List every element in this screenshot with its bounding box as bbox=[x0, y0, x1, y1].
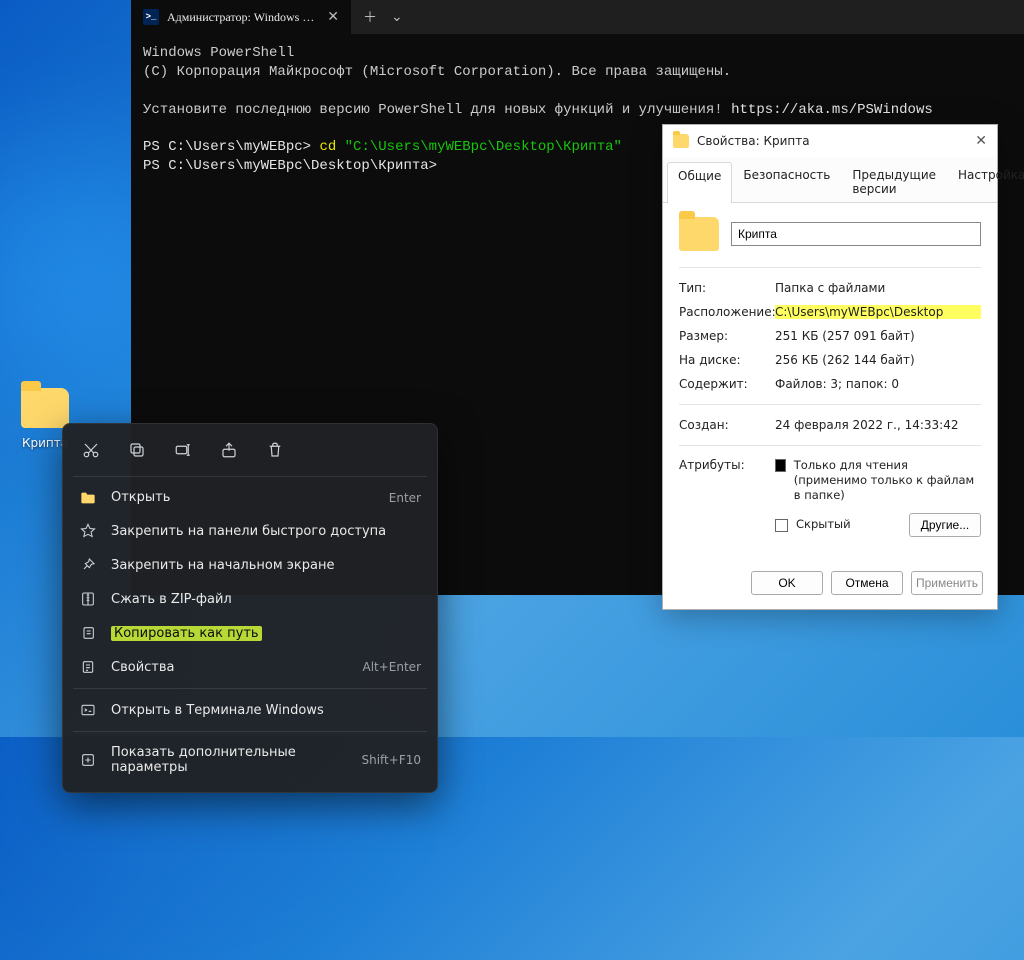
folder-open-icon bbox=[79, 491, 97, 505]
new-tab-button[interactable]: ＋ bbox=[363, 7, 377, 27]
terminal-tabbar: >_ Администратор: Windows Pow ✕ ＋ ⌄ bbox=[131, 0, 1024, 34]
menu-properties[interactable]: Свойства Alt+Enter bbox=[63, 650, 437, 684]
value-location: C:\Users\myWEBpc\Desktop bbox=[775, 305, 981, 319]
star-icon bbox=[79, 523, 97, 539]
readonly-note: (применимо только к файлам в папке) bbox=[794, 473, 974, 502]
value-contains: Файлов: 3; папок: 0 bbox=[775, 377, 981, 391]
menu-pin-quick-access[interactable]: Закрепить на панели быстрого доступа bbox=[63, 514, 437, 548]
term-arg: "C:\Users\myWEBpc\Desktop\Крипта" bbox=[345, 139, 622, 155]
label-size-on-disk: На диске: bbox=[679, 353, 775, 367]
label-attributes: Атрибуты: bbox=[679, 458, 765, 472]
other-attributes-button[interactable]: Другие... bbox=[909, 513, 981, 537]
hidden-checkbox[interactable] bbox=[775, 519, 788, 532]
term-prompt: PS C:\Users\myWEBpc\Desktop\Крипта> bbox=[143, 158, 437, 174]
tab-security[interactable]: Безопасность bbox=[732, 161, 841, 202]
tab-customize[interactable]: Настройка bbox=[947, 161, 1024, 202]
value-created: 24 февраля 2022 г., 14:33:42 bbox=[775, 418, 981, 432]
properties-dialog: Свойства: Крипта ✕ Общие Безопасность Пр… bbox=[662, 124, 998, 610]
menu-label: Закрепить на панели быстрого доступа bbox=[111, 524, 421, 539]
value-size-on-disk: 256 КБ (262 144 байт) bbox=[775, 353, 981, 367]
menu-label: Закрепить на начальном экране bbox=[111, 558, 421, 573]
hidden-label: Скрытый bbox=[796, 517, 901, 532]
zip-icon bbox=[79, 591, 97, 607]
menu-compress-zip[interactable]: Сжать в ZIP-файл bbox=[63, 582, 437, 616]
menu-shortcut: Alt+Enter bbox=[362, 660, 421, 674]
close-icon[interactable]: ✕ bbox=[975, 133, 987, 149]
folder-name-input[interactable] bbox=[731, 222, 981, 246]
term-line: Windows PowerShell bbox=[143, 45, 294, 61]
more-options-icon bbox=[79, 752, 97, 768]
label-created: Создан: bbox=[679, 418, 775, 432]
term-link: https://aka.ms/PSWindows bbox=[731, 102, 933, 118]
menu-label: Сжать в ZIP-файл bbox=[111, 592, 421, 607]
menu-open-in-terminal[interactable]: Открыть в Терминале Windows bbox=[63, 693, 437, 727]
tab-dropdown-icon[interactable]: ⌄ bbox=[391, 9, 403, 26]
term-prompt: PS C:\Users\myWEBpc> bbox=[143, 139, 319, 155]
term-cmd: cd bbox=[319, 139, 344, 155]
value-type: Папка с файлами bbox=[775, 281, 981, 295]
menu-show-more-options[interactable]: Показать дополнительные параметры Shift+… bbox=[63, 736, 437, 784]
term-line: (C) Корпорация Майкрософт (Microsoft Cor… bbox=[143, 64, 731, 80]
menu-shortcut: Shift+F10 bbox=[361, 753, 421, 767]
copy-icon[interactable] bbox=[125, 438, 149, 462]
folder-icon bbox=[673, 134, 689, 148]
tab-close-icon[interactable]: ✕ bbox=[327, 9, 339, 26]
menu-label: Свойства bbox=[111, 660, 348, 675]
menu-label: Показать дополнительные параметры bbox=[111, 745, 347, 775]
delete-icon[interactable] bbox=[263, 438, 287, 462]
tab-general[interactable]: Общие bbox=[667, 162, 732, 203]
terminal-icon bbox=[79, 702, 97, 718]
powershell-icon: >_ bbox=[143, 9, 159, 25]
apply-button[interactable]: Применить bbox=[911, 571, 983, 595]
menu-shortcut: Enter bbox=[389, 491, 421, 505]
terminal-tab[interactable]: >_ Администратор: Windows Pow ✕ bbox=[131, 0, 351, 34]
properties-tabs: Общие Безопасность Предыдущие версии Нас… bbox=[663, 157, 997, 203]
ok-button[interactable]: OK bbox=[751, 571, 823, 595]
folder-icon bbox=[679, 217, 719, 251]
readonly-label: Только для чтения bbox=[794, 458, 908, 472]
properties-icon bbox=[79, 659, 97, 675]
menu-label: Открыть в Терминале Windows bbox=[111, 703, 421, 718]
menu-label: Копировать как путь bbox=[111, 626, 262, 641]
terminal-tab-title: Администратор: Windows Pow bbox=[167, 10, 319, 25]
folder-icon bbox=[21, 388, 69, 428]
value-size: 251 КБ (257 091 байт) bbox=[775, 329, 981, 343]
rename-icon[interactable] bbox=[171, 438, 195, 462]
cancel-button[interactable]: Отмена bbox=[831, 571, 903, 595]
context-menu: Открыть Enter Закрепить на панели быстро… bbox=[62, 423, 438, 793]
pin-icon bbox=[79, 557, 97, 573]
copy-path-icon bbox=[79, 625, 97, 641]
menu-label: Открыть bbox=[111, 490, 375, 505]
label-size: Размер: bbox=[679, 329, 775, 343]
properties-title: Свойства: Крипта bbox=[697, 134, 967, 148]
share-icon[interactable] bbox=[217, 438, 241, 462]
cut-icon[interactable] bbox=[79, 438, 103, 462]
term-line: Установите последнюю версию PowerShell д… bbox=[143, 102, 731, 118]
label-type: Тип: bbox=[679, 281, 775, 295]
label-location: Расположение: bbox=[679, 305, 775, 319]
label-contains: Содержит: bbox=[679, 377, 775, 391]
readonly-checkbox[interactable] bbox=[775, 459, 786, 472]
tab-previous-versions[interactable]: Предыдущие версии bbox=[841, 161, 947, 202]
menu-open[interactable]: Открыть Enter bbox=[63, 481, 437, 514]
properties-titlebar[interactable]: Свойства: Крипта ✕ bbox=[663, 125, 997, 157]
menu-copy-as-path[interactable]: Копировать как путь bbox=[63, 616, 437, 650]
menu-pin-start[interactable]: Закрепить на начальном экране bbox=[63, 548, 437, 582]
